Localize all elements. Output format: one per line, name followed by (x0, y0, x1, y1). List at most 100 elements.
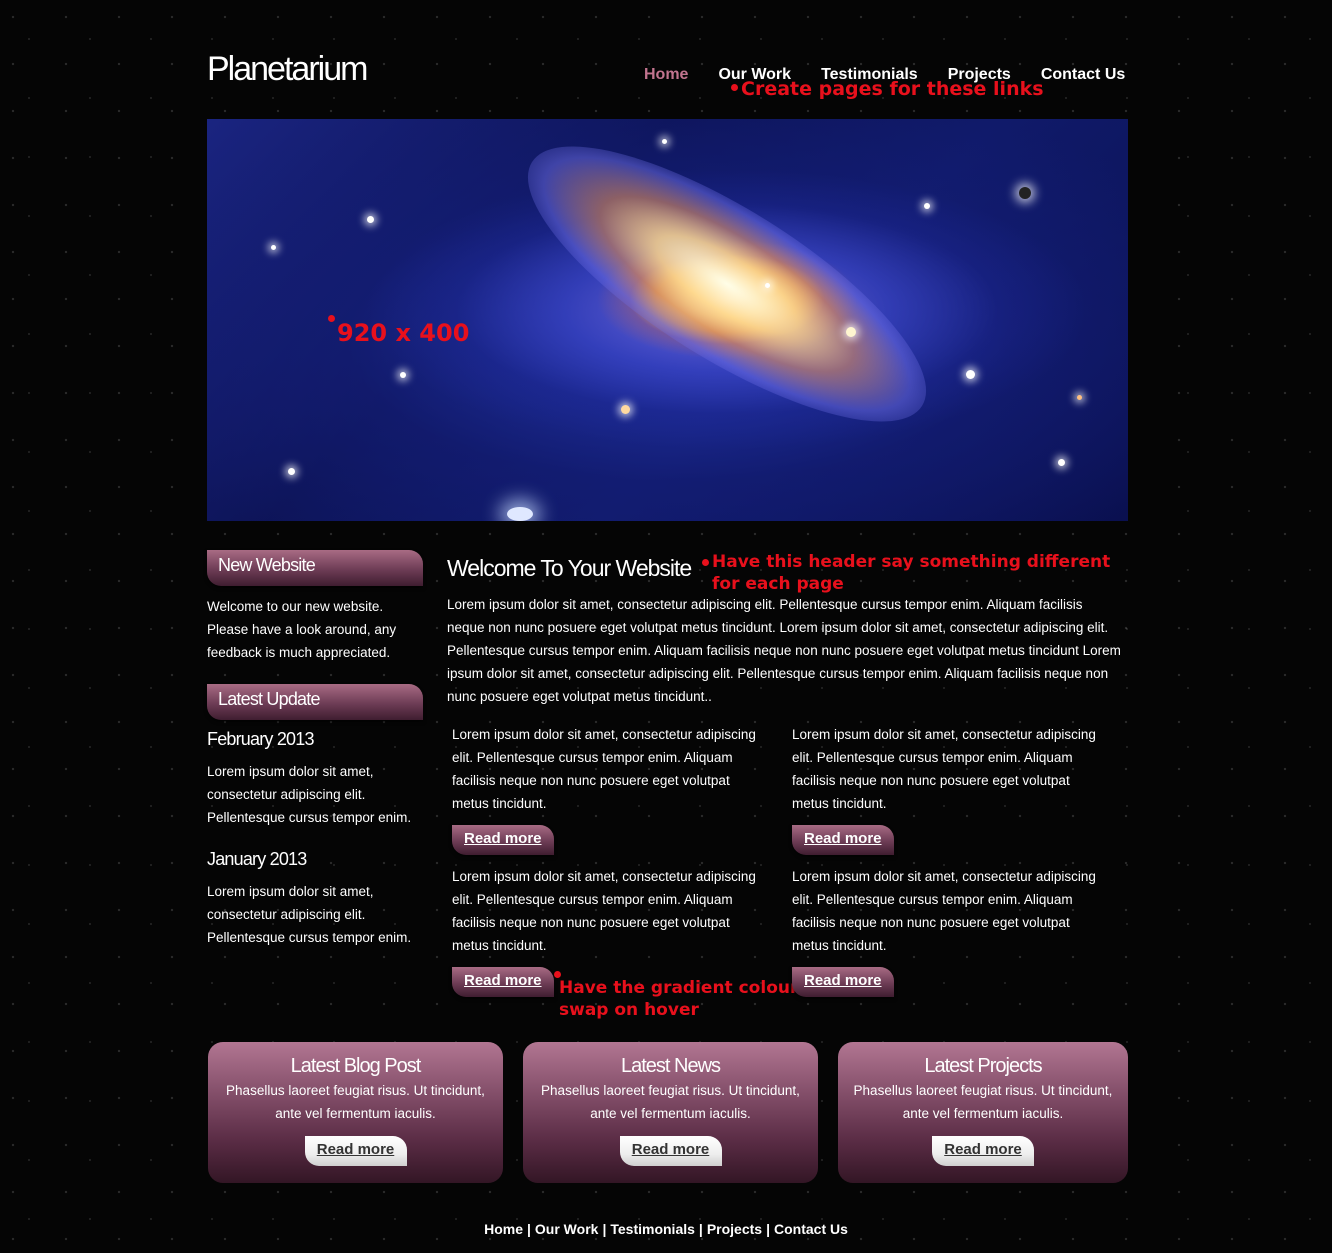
hover-annotation-line: swap on hover (559, 1000, 699, 1020)
hero-banner: 920 x 400 (207, 119, 1128, 521)
column-line: metus tincidunt. (792, 796, 887, 811)
footer-nav: Home | Our Work | Testimonials | Projects | Cont… (0, 1221, 1332, 1237)
update-text: Lorem ipsum dolor sit amet, consectetur … (207, 760, 427, 829)
update-line: consectetur adipiscing elit. (207, 907, 366, 922)
intro-line: neque non nunc posuere eget volutpat met… (447, 620, 1109, 635)
nav-home[interactable]: Home (644, 66, 688, 84)
update-line: Lorem ipsum dolor sit amet, (207, 884, 374, 899)
hover-annotation-line: Have the gradient colours (559, 978, 809, 998)
update-line: Lorem ipsum dolor sit amet, (207, 764, 374, 779)
sidebar-welcome-line: feedback is much appreciated. (207, 645, 391, 660)
intro-paragraph: Lorem ipsum dolor sit amet, consectetur … (447, 593, 1131, 708)
sidebar-heading-latest-update: Latest Update (207, 684, 423, 720)
column-line: Lorem ipsum dolor sit amet, consectetur … (792, 727, 1096, 742)
column-line: facilisis neque non nunc posuere eget vo… (792, 773, 1070, 788)
read-more-button[interactable]: Read more (619, 1136, 722, 1166)
column-line: metus tincidunt. (452, 938, 547, 953)
column-line: Lorem ipsum dolor sit amet, consectetur … (452, 869, 756, 884)
box-line: Phasellus laoreet feugiat risus. Ut tinc… (226, 1083, 485, 1098)
box-text: Phasellus laoreet feugiat risus. Ut tinc… (523, 1079, 818, 1125)
update-line: Pellentesque cursus tempor enim. (207, 810, 412, 825)
footer-link-home[interactable]: Home (484, 1221, 523, 1237)
header-annotation-line: Have this header say something different (712, 552, 1111, 572)
page-title: Welcome To Your Website (447, 555, 692, 581)
read-more-button[interactable]: Read more (792, 825, 894, 855)
column-line: metus tincidunt. (452, 796, 547, 811)
nav-contact-us[interactable]: Contact Us (1041, 66, 1125, 84)
star-icon (367, 216, 374, 223)
latest-news-box: Latest News Phasellus laoreet feugiat ri… (523, 1042, 818, 1183)
column-line: elit. Pellentesque cursus tempor enim. A… (792, 892, 1073, 907)
nav-annotation: Create pages for these links (731, 78, 1044, 100)
header-annotation-line: for each page (712, 574, 844, 594)
column-line: facilisis neque non nunc posuere eget vo… (452, 915, 730, 930)
update-date: January 2013 (207, 849, 307, 869)
galaxy-core (492, 119, 962, 470)
column-line: facilisis neque non nunc posuere eget vo… (452, 773, 730, 788)
content-column: Lorem ipsum dolor sit amet, consectetur … (452, 723, 772, 815)
box-title: Latest Blog Post (290, 1055, 422, 1077)
footer-link-our-work[interactable]: Our Work (535, 1221, 599, 1237)
box-line: ante vel fermentum iaculis. (275, 1106, 436, 1121)
column-line: elit. Pellentesque cursus tempor enim. A… (452, 750, 733, 765)
footer-link-testimonials[interactable]: Testimonials (610, 1221, 695, 1237)
update-line: Pellentesque cursus tempor enim. (207, 930, 412, 945)
box-line: Phasellus laoreet feugiat risus. Ut tinc… (541, 1083, 800, 1098)
update-date: February 2013 (207, 729, 314, 749)
box-line: ante vel fermentum iaculis. (590, 1106, 751, 1121)
read-more-button[interactable]: Read more (792, 967, 894, 997)
sidebar-welcome-line: Please have a look around, any (207, 622, 397, 637)
star-icon (507, 507, 533, 521)
footer-separator: | (602, 1221, 607, 1237)
box-text: Phasellus laoreet feugiat risus. Ut tinc… (208, 1079, 503, 1125)
intro-line: ipsum dolor sit amet, consectetur adipis… (447, 666, 1109, 681)
read-more-button[interactable]: Read more (452, 825, 554, 855)
hover-annotation: Have the gradient colours swap on hover (554, 971, 809, 1021)
latest-projects-box: Latest Projects Phasellus laoreet feugia… (838, 1042, 1128, 1183)
content-column: Lorem ipsum dolor sit amet, consectetur … (452, 865, 772, 957)
update-text: Lorem ipsum dolor sit amet, consectetur … (207, 880, 427, 949)
site-logo[interactable]: Planetarium (207, 50, 368, 89)
star-icon (400, 372, 406, 378)
update-line: consectetur adipiscing elit. (207, 787, 366, 802)
star-icon (966, 370, 975, 379)
star-icon (271, 245, 276, 250)
intro-line: Pellentesque cursus tempor enim. Aliquam… (447, 643, 1121, 658)
content-column: Lorem ipsum dolor sit amet, consectetur … (792, 723, 1112, 815)
box-line: Phasellus laoreet feugiat risus. Ut tinc… (853, 1083, 1113, 1098)
star-icon (846, 327, 856, 337)
intro-line: nunc posuere eget volutpat metus tincidu… (447, 689, 712, 704)
box-line: ante vel fermentum iaculis. (902, 1106, 1064, 1121)
column-line: metus tincidunt. (792, 938, 887, 953)
star-icon (1058, 459, 1065, 466)
footer-separator: | (698, 1221, 703, 1237)
read-more-button[interactable]: Read more (452, 967, 554, 997)
star-icon (1077, 395, 1082, 400)
column-line: Lorem ipsum dolor sit amet, consectetur … (452, 727, 756, 742)
footer-link-contact-us[interactable]: Contact Us (774, 1221, 848, 1237)
box-title: Latest Projects (924, 1055, 1042, 1077)
star-icon (924, 203, 930, 209)
sidebar-heading-new-website: New Website (207, 550, 423, 586)
star-icon (621, 405, 630, 414)
column-line: Lorem ipsum dolor sit amet, consectetur … (792, 869, 1096, 884)
box-title: Latest News (620, 1055, 721, 1077)
header-annotation: Have this header say something different… (702, 551, 1111, 595)
sidebar-welcome-text: Welcome to our new website. Please have … (207, 595, 427, 664)
read-more-button[interactable]: Read more (932, 1136, 1034, 1166)
nav-annotation-text: Create pages for these links (741, 78, 1044, 100)
sidebar-welcome-line: Welcome to our new website. (207, 599, 384, 614)
column-line: elit. Pellentesque cursus tempor enim. A… (452, 892, 733, 907)
footer-separator: | (766, 1221, 770, 1237)
footer-separator: | (526, 1221, 531, 1237)
intro-line: Lorem ipsum dolor sit amet, consectetur … (447, 597, 1083, 612)
footer-link-projects[interactable]: Projects (707, 1221, 762, 1237)
star-icon (1019, 187, 1031, 199)
annotation-dot-icon (702, 559, 709, 566)
box-text: Phasellus laoreet feugiat risus. Ut tinc… (838, 1079, 1128, 1125)
read-more-button[interactable]: Read more (304, 1136, 407, 1166)
annotation-dot-icon (328, 315, 335, 322)
latest-blog-post-box: Latest Blog Post Phasellus laoreet feugi… (208, 1042, 503, 1183)
star-icon (765, 283, 770, 288)
column-line: elit. Pellentesque cursus tempor enim. A… (792, 750, 1073, 765)
